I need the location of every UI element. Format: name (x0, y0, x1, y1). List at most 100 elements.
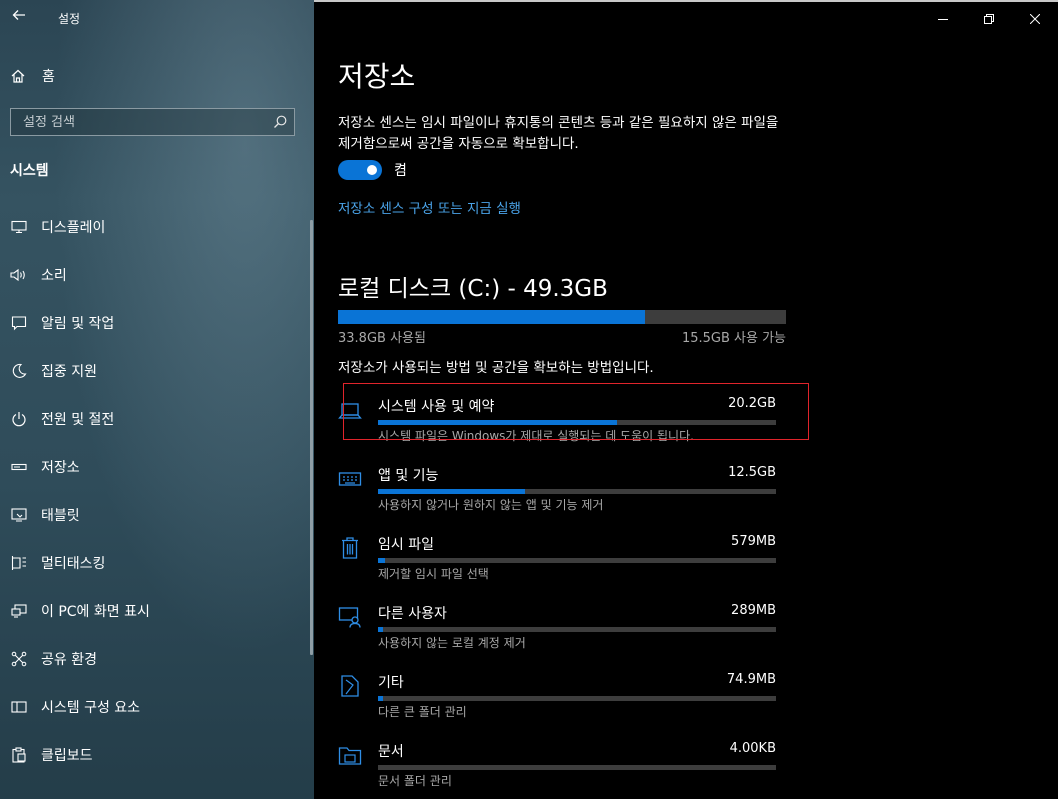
category-bar-fill (378, 627, 383, 632)
storage-sense-link[interactable]: 저장소 센스 구성 또는 지금 실행 (338, 197, 521, 217)
category-name: 시스템 사용 및 예약 (378, 399, 495, 415)
sidebar-item-label: 시스템 구성 요소 (41, 700, 141, 716)
category-name: 다른 사용자 (378, 606, 447, 622)
toggle-knob (367, 165, 377, 175)
restore-icon (984, 14, 994, 24)
sidebar-item-focus-assist[interactable]: 집중 지원 (0, 347, 314, 395)
back-arrow-icon[interactable] (8, 7, 30, 29)
storage-sense-toggle-row: 켬 (338, 160, 407, 180)
speaker-icon (10, 266, 28, 284)
section-title: 시스템 (10, 163, 49, 179)
sidebar-item-label: 클립보드 (41, 748, 93, 764)
category-bar-fill (378, 558, 385, 563)
category-size: 579MB (731, 534, 776, 549)
title-bar: 설정 (0, 0, 314, 38)
sidebar-item-clipboard[interactable]: 클립보드 (0, 731, 314, 779)
storage-categories: 시스템 사용 및 예약 20.2GB 시스템 파일은 Windows가 제대로 … (338, 386, 788, 799)
minimize-button[interactable] (920, 2, 966, 36)
power-icon (10, 410, 28, 428)
shared-experiences-icon (10, 650, 28, 668)
sidebar-item-label: 멀티태스킹 (41, 556, 106, 572)
system-components-icon (10, 698, 28, 716)
disk-free-label: 15.5GB 사용 가능 (681, 331, 786, 346)
category-temp-files[interactable]: 임시 파일 579MB 제거할 임시 파일 선택 (338, 524, 788, 593)
sidebar-item-storage[interactable]: 저장소 (0, 443, 314, 491)
category-name: 기타 (378, 675, 404, 691)
sidebar-item-label: 공유 환경 (41, 652, 97, 668)
category-size: 20.2GB (728, 396, 776, 411)
sidebar-item-label: 소리 (41, 268, 67, 284)
category-bar-fill (378, 489, 526, 494)
minimize-icon (938, 19, 948, 20)
multitasking-icon (10, 554, 28, 572)
nav-home-label: 홈 (42, 69, 55, 85)
moon-icon (10, 362, 28, 380)
sidebar-item-power[interactable]: 전원 및 절전 (0, 395, 314, 443)
nav-home[interactable]: 홈 (10, 64, 55, 88)
sidebar-item-label: 이 PC에 화면 표시 (41, 604, 150, 620)
display-icon (10, 218, 28, 236)
category-size: 12.5GB (728, 465, 776, 480)
search-icon[interactable] (272, 114, 288, 130)
sidebar-item-shared-experiences[interactable]: 공유 환경 (0, 635, 314, 683)
nav-list: 디스플레이 소리 알림 및 작업 집중 지원 전원 및 절전 저장소 태블릿 멀… (0, 203, 314, 779)
notification-icon (10, 314, 28, 332)
other-folder-icon (338, 674, 362, 698)
main-pane: 저장소 저장소 센스는 임시 파일이나 휴지통의 콘텐츠 등과 같은 필요하지 … (314, 0, 1058, 799)
disk-used-label: 33.8GB 사용됨 (338, 331, 426, 346)
trash-icon (338, 536, 362, 560)
storage-icon (10, 458, 28, 476)
category-name: 임시 파일 (378, 537, 434, 553)
sidebar-item-label: 태블릿 (41, 508, 80, 524)
category-description: 사용하지 않는 로컬 계정 제거 (378, 636, 526, 650)
category-bar (378, 696, 776, 701)
disk-usage-bar-fill (338, 310, 646, 324)
close-button[interactable] (1012, 2, 1058, 36)
category-system-reserved[interactable]: 시스템 사용 및 예약 20.2GB 시스템 파일은 Windows가 제대로 … (338, 386, 788, 455)
sidebar-item-multitasking[interactable]: 멀티태스킹 (0, 539, 314, 587)
window-controls (920, 2, 1058, 36)
category-bar-fill (378, 696, 383, 701)
category-description: 다른 큰 폴더 관리 (378, 705, 467, 719)
page-title: 저장소 (338, 60, 416, 93)
category-bar (378, 765, 776, 770)
category-apps-features[interactable]: 앱 및 기능 12.5GB 사용하지 않거나 원하지 않는 앱 및 기능 제거 (338, 455, 788, 524)
tablet-icon (10, 506, 28, 524)
category-bar-fill (378, 420, 617, 425)
disk-usage-bar (338, 310, 786, 324)
sidebar-item-sound[interactable]: 소리 (0, 251, 314, 299)
sidebar-item-label: 집중 지원 (41, 364, 97, 380)
toggle-state-label: 켬 (394, 163, 407, 179)
usage-note: 저장소가 사용되는 방법 및 공간을 확보하는 방법입니다. (338, 360, 654, 376)
sidebar-item-label: 디스플레이 (41, 220, 106, 236)
sidebar: 설정 홈 시스템 디스플레이 소리 알림 및 작업 집중 지원 (0, 0, 314, 799)
category-name: 문서 (378, 744, 404, 760)
search-box[interactable] (10, 108, 295, 136)
sidebar-item-project[interactable]: 이 PC에 화면 표시 (0, 587, 314, 635)
category-description: 제거할 임시 파일 선택 (378, 567, 489, 581)
category-description: 시스템 파일은 Windows가 제대로 실행되는 데 도움이 됩니다. (378, 429, 694, 443)
sidebar-scrollbar[interactable] (310, 220, 313, 655)
category-size: 289MB (731, 603, 776, 618)
category-description: 사용하지 않거나 원하지 않는 앱 및 기능 제거 (378, 498, 604, 512)
storage-sense-toggle[interactable] (338, 160, 382, 180)
category-bar (378, 420, 776, 425)
category-other-users[interactable]: 다른 사용자 289MB 사용하지 않는 로컬 계정 제거 (338, 593, 788, 662)
search-input[interactable] (11, 109, 273, 135)
category-bar (378, 489, 776, 494)
sidebar-item-notifications[interactable]: 알림 및 작업 (0, 299, 314, 347)
sidebar-item-label: 저장소 (41, 460, 80, 476)
app-title: 설정 (58, 12, 81, 26)
laptop-icon (338, 398, 362, 422)
storage-sense-description: 저장소 센스는 임시 파일이나 휴지통의 콘텐츠 등과 같은 필요하지 않은 파… (338, 115, 779, 152)
category-bar (378, 558, 776, 563)
sidebar-item-system-components[interactable]: 시스템 구성 요소 (0, 683, 314, 731)
sidebar-item-display[interactable]: 디스플레이 (0, 203, 314, 251)
sidebar-item-label: 알림 및 작업 (41, 316, 115, 332)
restore-button[interactable] (966, 2, 1012, 36)
category-documents[interactable]: 문서 4.00KB 문서 폴더 관리 (338, 731, 788, 799)
keyboard-icon (338, 467, 362, 491)
category-other[interactable]: 기타 74.9MB 다른 큰 폴더 관리 (338, 662, 788, 731)
sidebar-item-tablet[interactable]: 태블릿 (0, 491, 314, 539)
category-size: 4.00KB (729, 741, 776, 756)
